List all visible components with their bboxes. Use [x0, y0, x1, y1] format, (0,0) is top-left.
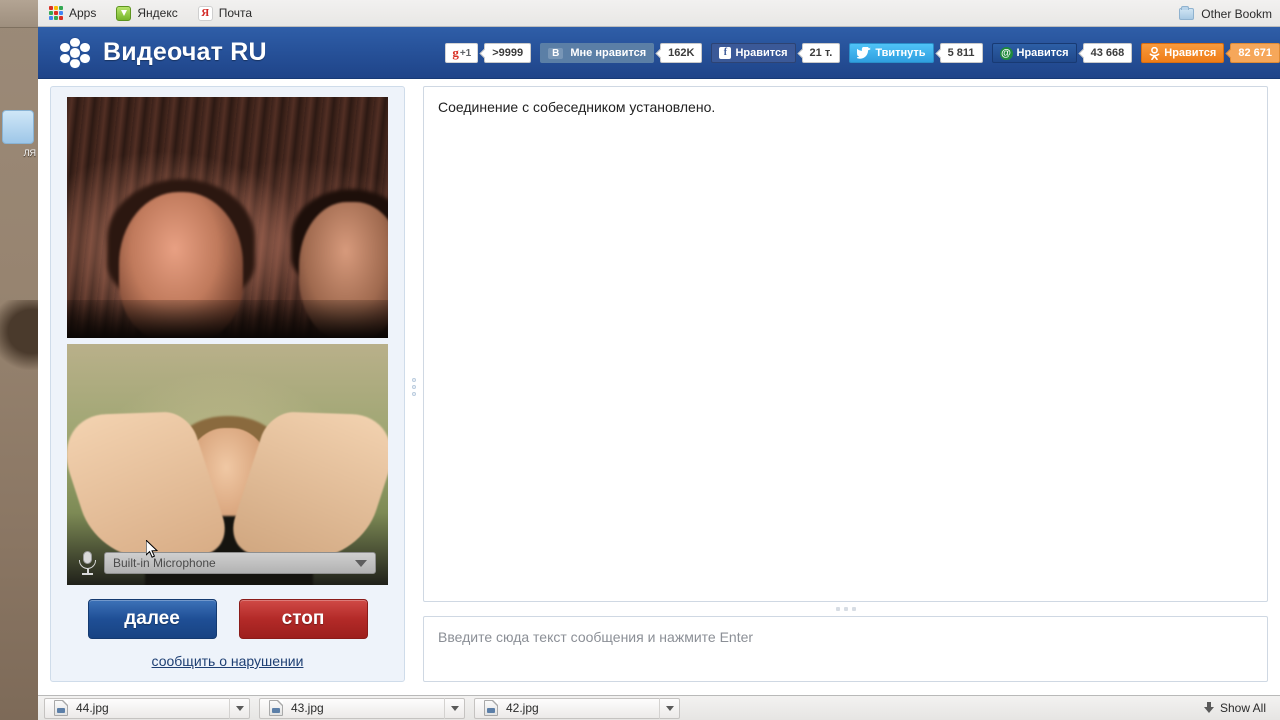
remote-video[interactable] [67, 97, 388, 338]
apps-grid-icon [49, 6, 63, 20]
microphone-select[interactable]: Built-in Microphone [104, 552, 376, 574]
other-bookmarks-button[interactable]: Other Bookm [1171, 0, 1278, 27]
bookmark-label: Почта [218, 6, 253, 20]
horizontal-splitter-handle[interactable] [423, 602, 1268, 616]
download-filename: 44.jpg [76, 701, 109, 715]
download-arrow-icon [1203, 702, 1214, 714]
chevron-down-icon [665, 705, 674, 711]
download-menu-button[interactable] [659, 697, 679, 719]
download-item[interactable]: 44.jpg [44, 697, 250, 719]
browser-window: Apps Яндекс Я Почта Other Bookm Видеочат… [38, 0, 1280, 720]
twitter-bird-icon [857, 47, 872, 59]
microphone-bar: Built-in Microphone [79, 551, 376, 575]
bookmark-apps[interactable]: Apps [40, 4, 105, 22]
chat-log[interactable]: Соединение с собеседником установлено. [423, 86, 1268, 602]
call-controls: далее стоп [87, 599, 368, 639]
next-button[interactable]: далее [87, 599, 217, 639]
bookmark-mail[interactable]: Я Почта [189, 4, 261, 23]
google-plus-label: +1 [459, 47, 472, 59]
twitter-count[interactable]: 5 811 [939, 43, 983, 63]
desktop-icon[interactable]: ЛЯ [2, 110, 36, 158]
odnoklassniki-label: Нравится [1164, 47, 1217, 59]
stop-button[interactable]: стоп [238, 599, 368, 639]
facebook-button[interactable]: f Нравится [711, 43, 796, 63]
page-body: ЛЕНА Built-in Microphone далее стоп сооб… [38, 79, 1280, 695]
facebook-count[interactable]: 21 т. [801, 43, 841, 63]
bookmarks-bar: Apps Яндекс Я Почта Other Bookm [38, 0, 1280, 27]
yandex-icon [116, 5, 132, 21]
brand[interactable]: Видеочат RU [38, 37, 267, 68]
google-plus-count[interactable]: >9999 [484, 43, 532, 63]
desktop-icon-label: ЛЯ [23, 148, 36, 158]
social-odnoklassniki[interactable]: Нравится 82 671 [1141, 43, 1280, 63]
odnoklassniki-icon [1149, 46, 1160, 60]
report-abuse-link[interactable]: сообщить о нарушении [152, 653, 304, 669]
bookmark-label: Яндекс [137, 6, 178, 20]
mailru-label: Нравится [1016, 47, 1069, 59]
video-panel: ЛЕНА Built-in Microphone далее стоп сооб… [50, 86, 405, 682]
chat-panel: Соединение с собеседником установлено. В… [423, 86, 1268, 682]
show-all-downloads-button[interactable]: Show All [1198, 698, 1274, 719]
facebook-label: Нравится [735, 47, 788, 59]
other-bookmarks-label: Other Bookm [1201, 6, 1272, 21]
microphone-select-value: Built-in Microphone [113, 556, 216, 570]
at-icon: @ [999, 46, 1013, 60]
chevron-down-icon [450, 705, 459, 711]
twitter-label: Твитнуть [875, 47, 926, 59]
show-all-label: Show All [1219, 701, 1266, 715]
download-menu-button[interactable] [444, 697, 464, 719]
chevron-down-icon [235, 705, 244, 711]
vkontakte-icon: В [548, 47, 564, 59]
chat-message: Соединение с собеседником установлено. [438, 99, 716, 115]
chevron-down-icon [355, 559, 367, 567]
local-video[interactable]: ЛЕНА Built-in Microphone [67, 344, 388, 585]
page-title: Видеочат RU [103, 38, 267, 66]
file-icon [269, 700, 283, 716]
odnoklassniki-button[interactable]: Нравится [1141, 43, 1225, 63]
social-google-plus[interactable]: g +1 >9999 [445, 43, 532, 63]
flower-logo-icon [60, 37, 90, 68]
mailru-button[interactable]: @ Нравится [991, 43, 1077, 63]
download-menu-button[interactable] [229, 697, 249, 719]
microphone-icon [79, 551, 96, 575]
download-item[interactable]: 43.jpg [259, 697, 465, 719]
desktop-top-strip [0, 0, 42, 28]
chat-input[interactable]: Введите сюда текст сообщения и нажмите E… [423, 616, 1268, 682]
odnoklassniki-count[interactable]: 82 671 [1230, 43, 1280, 63]
social-buttons: g +1 >9999 В Мне нравится 162K f Нравитс… [445, 27, 1280, 79]
download-filename: 43.jpg [291, 701, 324, 715]
twitter-button[interactable]: Твитнуть [849, 43, 934, 63]
social-facebook[interactable]: f Нравится 21 т. [711, 43, 841, 63]
social-twitter[interactable]: Твитнуть 5 811 [849, 43, 983, 63]
vkontakte-button[interactable]: В Мне нравится [540, 43, 655, 63]
vkontakte-label: Мне нравится [570, 47, 647, 59]
grip-dots-icon [835, 607, 856, 611]
file-icon [54, 700, 68, 716]
google-plus-icon: g [452, 45, 459, 60]
bookmark-label: Apps [69, 6, 97, 20]
mailru-count[interactable]: 43 668 [1082, 43, 1133, 63]
vertical-splitter-handle[interactable] [405, 86, 423, 688]
remote-video-content [67, 300, 388, 338]
mail-icon: Я [197, 5, 213, 21]
social-vkontakte[interactable]: В Мне нравится 162K [540, 43, 703, 63]
desktop-icon-glyph [2, 110, 34, 144]
site-header: Видеочат RU g +1 >9999 В Мне нравится 16… [38, 27, 1280, 79]
folder-icon [1179, 5, 1195, 20]
grip-dots-icon [412, 378, 416, 396]
social-mailru[interactable]: @ Нравится 43 668 [991, 43, 1133, 63]
google-plus-button[interactable]: g +1 [445, 43, 479, 63]
vkontakte-count[interactable]: 162K [660, 43, 703, 63]
download-filename: 42.jpg [506, 701, 539, 715]
download-item[interactable]: 42.jpg [474, 697, 680, 719]
bookmark-yandex[interactable]: Яндекс [107, 4, 186, 23]
facebook-icon: f [719, 47, 732, 59]
file-icon [484, 700, 498, 716]
downloads-bar: 44.jpg 43.jpg 42.jpg Show All [38, 695, 1280, 720]
